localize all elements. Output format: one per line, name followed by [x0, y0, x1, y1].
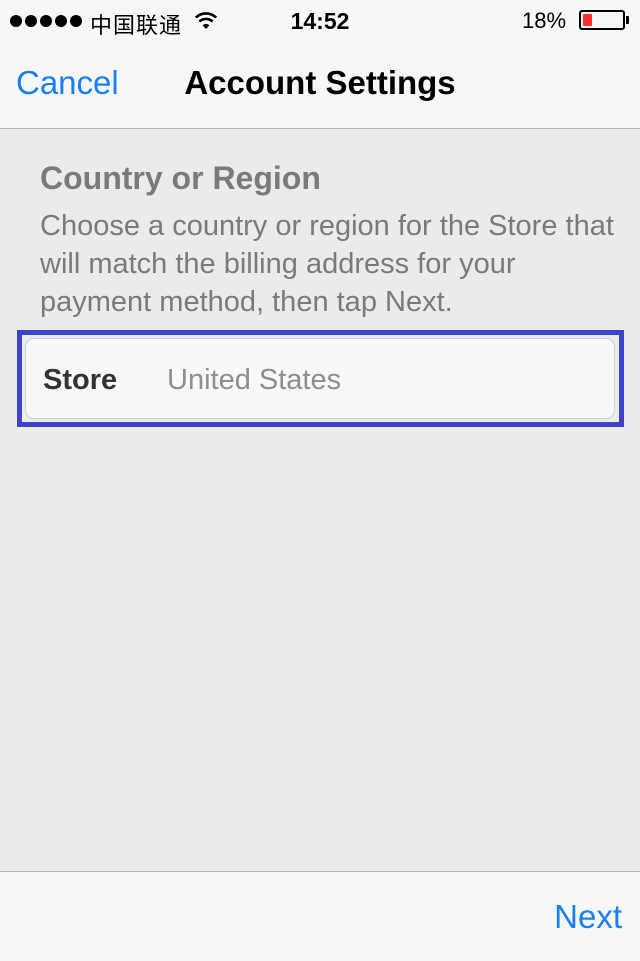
status-bar: 中国联通 14:52 18% — [0, 0, 640, 40]
page-title: Account Settings — [184, 64, 456, 101]
store-label: Store — [43, 364, 118, 396]
navigation-bar: Cancel Account Settings — [0, 40, 640, 129]
battery-percentage: 18% — [522, 8, 567, 33]
section-description: Choose a country or region for the Store… — [40, 210, 614, 318]
store-value: United States — [167, 364, 342, 396]
section-title: Country or Region — [40, 160, 321, 196]
next-button[interactable]: Next — [554, 898, 622, 936]
battery-cap — [626, 16, 629, 24]
battery-icon — [579, 10, 625, 30]
battery-level-fill — [583, 14, 592, 26]
store-selector[interactable]: Store United States — [25, 338, 615, 419]
bottom-toolbar: Next — [0, 871, 640, 961]
